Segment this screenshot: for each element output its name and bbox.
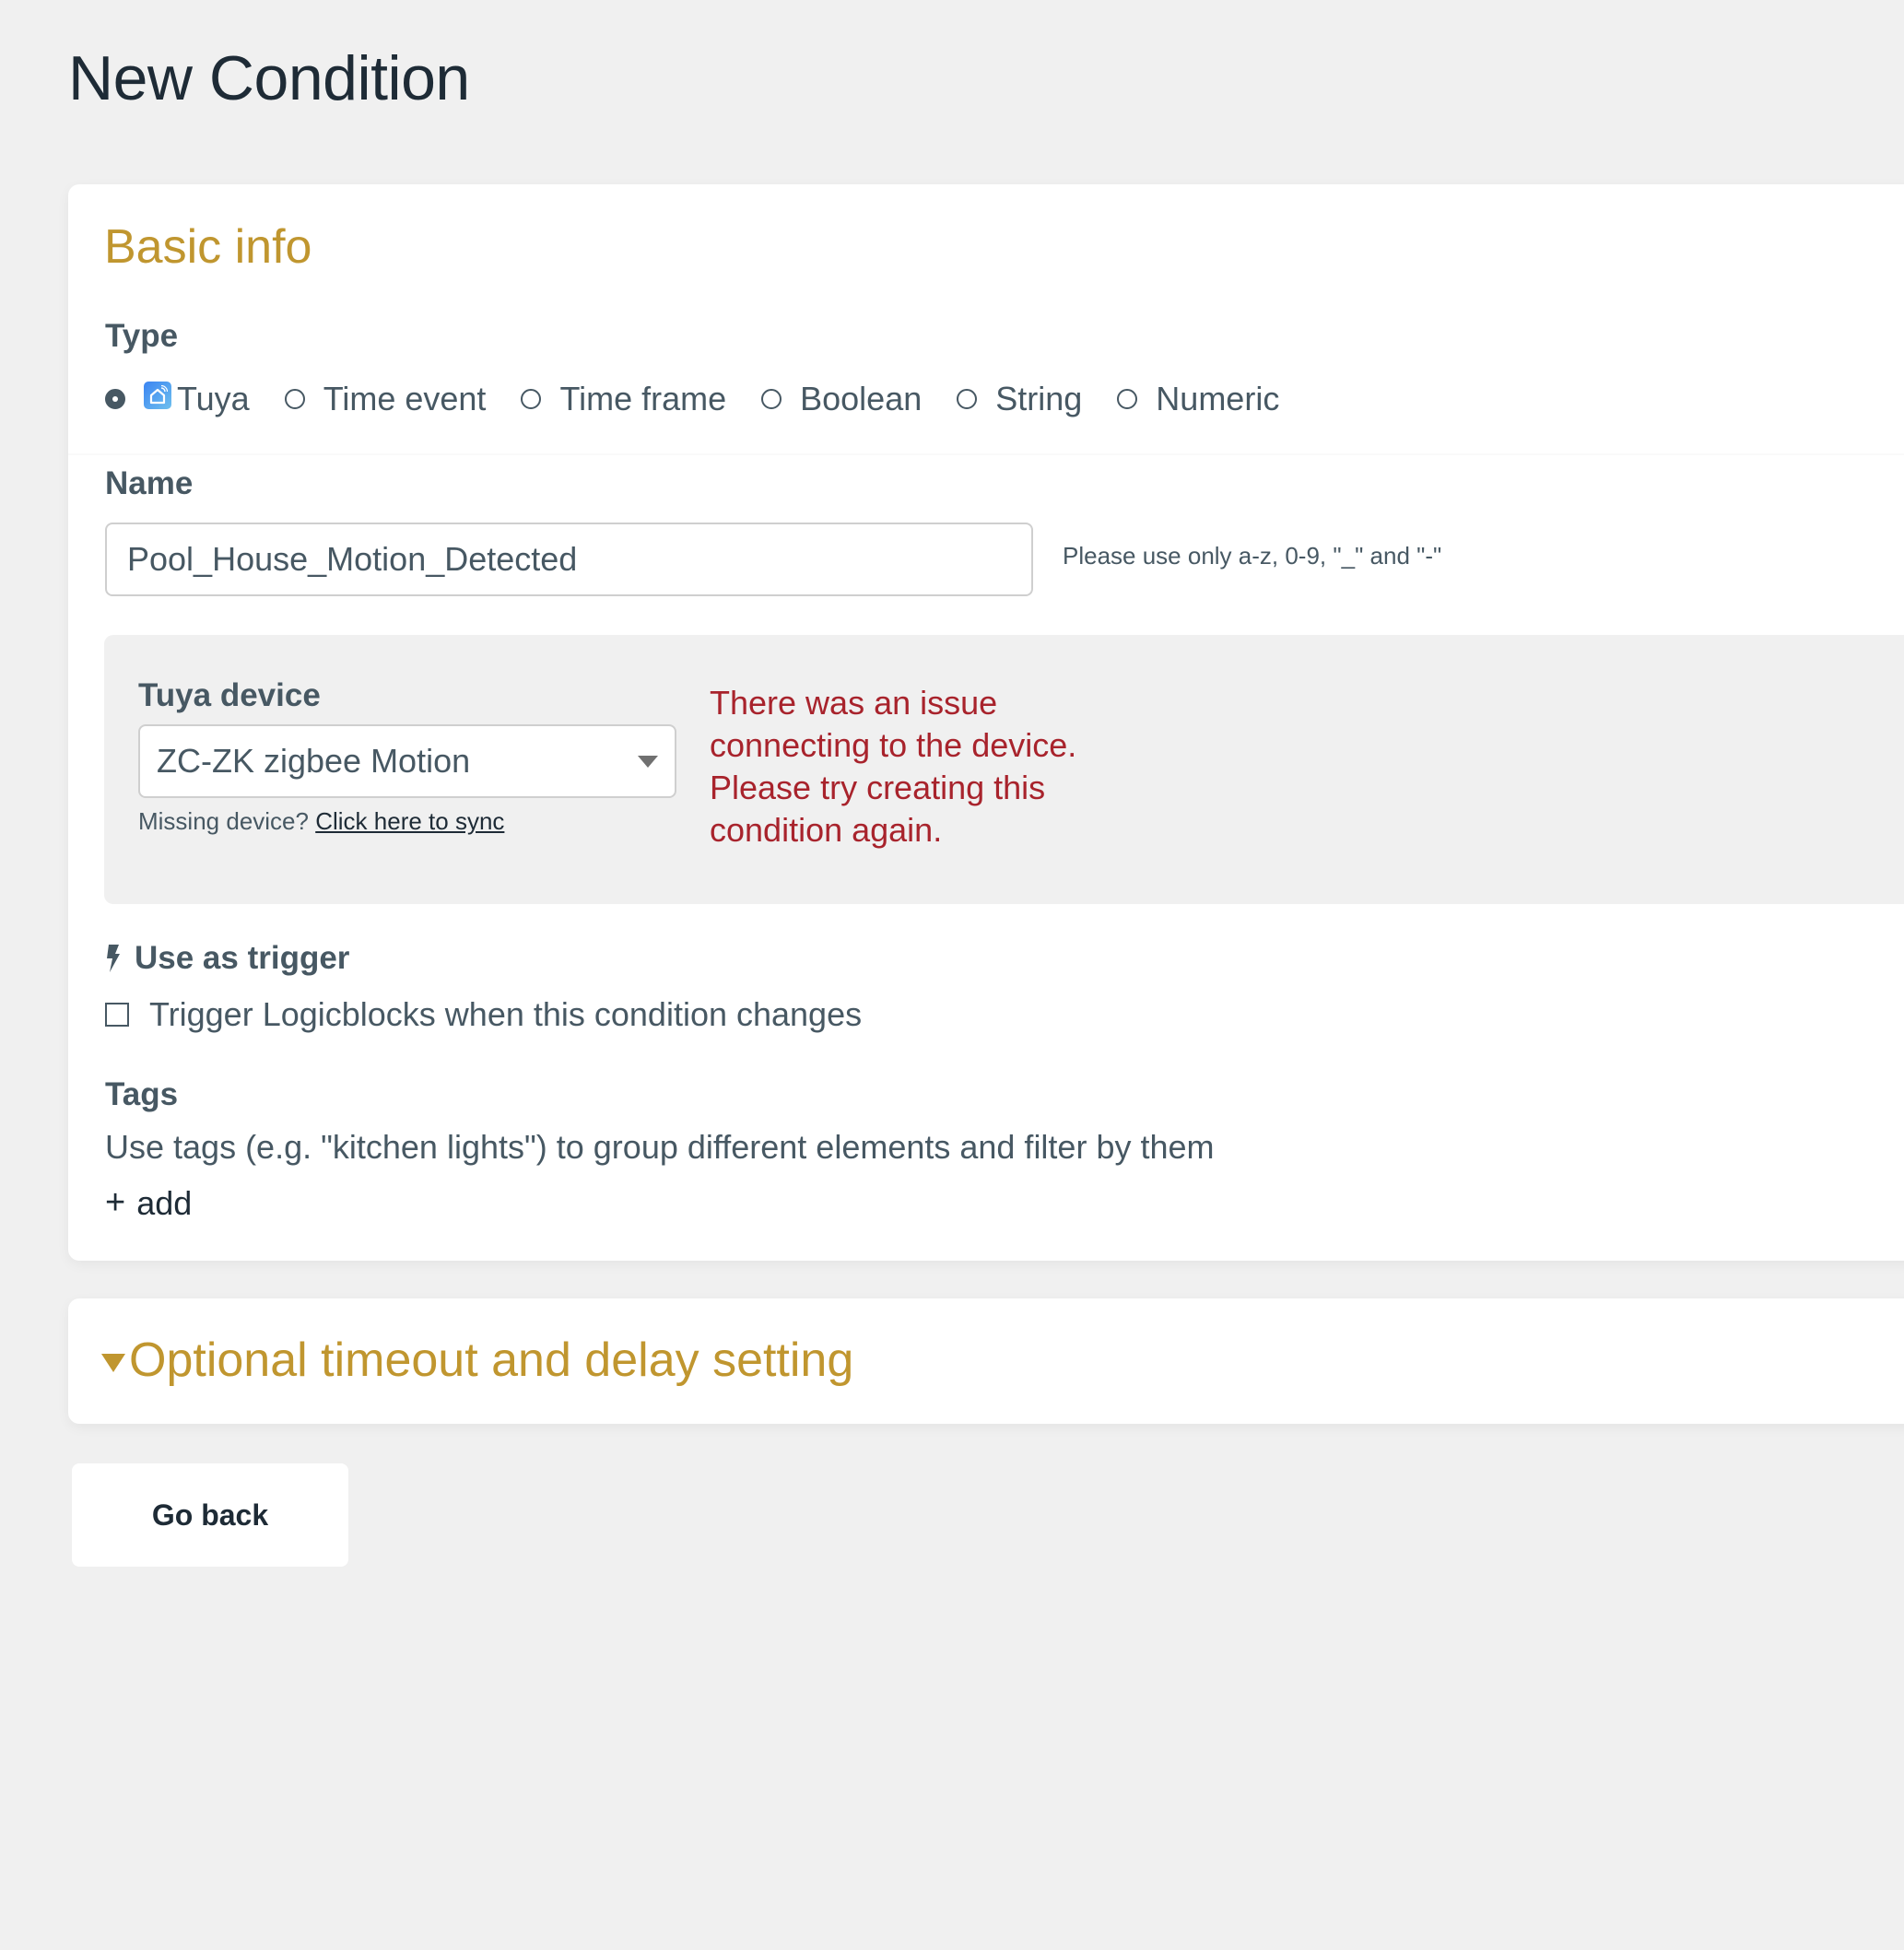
add-tag-label: add <box>136 1183 193 1222</box>
page-title: New Condition <box>68 43 470 113</box>
tags-description: Use tags (e.g. "kitchen lights") to grou… <box>105 1128 1215 1166</box>
chevron-down-icon <box>638 756 658 768</box>
type-option-boolean[interactable]: Boolean <box>761 380 922 418</box>
radio-time-frame[interactable] <box>521 389 542 409</box>
sync-devices-link[interactable]: Click here to sync <box>315 807 504 835</box>
radio-label-string: String <box>995 380 1083 417</box>
tuya-device-select[interactable]: ZC-ZK zigbee Motion <box>138 724 676 798</box>
tags-label: Tags <box>105 1076 179 1112</box>
basic-info-card: Basic info Type Tuya Time event Time fra… <box>68 184 1904 1261</box>
optional-settings-title: Optional timeout and delay setting <box>129 1333 854 1387</box>
go-back-button[interactable]: Go back <box>72 1463 348 1567</box>
name-label: Name <box>105 465 194 501</box>
radio-time-event[interactable] <box>284 389 305 409</box>
tuya-device-panel: Tuya device ZC-ZK zigbee Motion Missing … <box>104 635 1904 904</box>
use-as-trigger-heading: Use as trigger <box>105 940 349 977</box>
trigger-logicblocks-checkbox[interactable] <box>105 1003 129 1027</box>
tuya-device-selected-value: ZC-ZK zigbee Motion <box>157 742 471 780</box>
plus-icon: + <box>105 1183 126 1222</box>
type-option-time-event[interactable]: Time event <box>284 380 487 418</box>
radio-label-numeric: Numeric <box>1156 380 1280 417</box>
type-option-numeric[interactable]: Numeric <box>1117 380 1279 418</box>
type-option-tuya[interactable]: Tuya <box>105 380 250 418</box>
missing-device-text: Missing device? <box>138 807 309 835</box>
use-as-trigger-label: Use as trigger <box>135 940 350 976</box>
section-divider <box>68 453 1904 455</box>
basic-info-title: Basic info <box>104 220 312 274</box>
type-radio-group: Tuya Time event Time frame Boolean Strin… <box>105 378 1314 420</box>
radio-label-time-event: Time event <box>323 380 487 417</box>
caret-down-icon <box>101 1354 125 1372</box>
name-input[interactable] <box>105 523 1033 596</box>
radio-boolean[interactable] <box>761 389 782 409</box>
radio-tuya[interactable] <box>105 389 125 409</box>
device-error-message: There was an issue connecting to the dev… <box>710 684 1077 849</box>
add-tag-button[interactable]: + add <box>105 1183 192 1223</box>
missing-device-note: Missing device? Click here to sync <box>138 807 504 836</box>
type-label: Type <box>105 318 179 354</box>
tuya-smart-home-icon <box>144 382 171 409</box>
radio-numeric[interactable] <box>1117 389 1138 409</box>
type-option-string[interactable]: String <box>957 380 1082 418</box>
radio-label-boolean: Boolean <box>800 380 923 417</box>
type-option-time-frame[interactable]: Time frame <box>521 380 726 418</box>
radio-label-time-frame: Time frame <box>559 380 727 417</box>
optional-settings-card: Optional timeout and delay setting <box>68 1298 1904 1424</box>
radio-string[interactable] <box>957 389 978 409</box>
lightning-bolt-icon <box>107 945 120 972</box>
name-hint: Please use only a-z, 0-9, "_" and "-" <box>1063 542 1442 570</box>
radio-label-tuya: Tuya <box>177 380 250 417</box>
tuya-device-label: Tuya device <box>138 677 321 713</box>
trigger-logicblocks-option[interactable]: Trigger Logicblocks when this condition … <box>105 995 862 1034</box>
trigger-logicblocks-label: Trigger Logicblocks when this condition … <box>149 995 863 1033</box>
optional-settings-toggle[interactable]: Optional timeout and delay setting <box>101 1333 853 1388</box>
